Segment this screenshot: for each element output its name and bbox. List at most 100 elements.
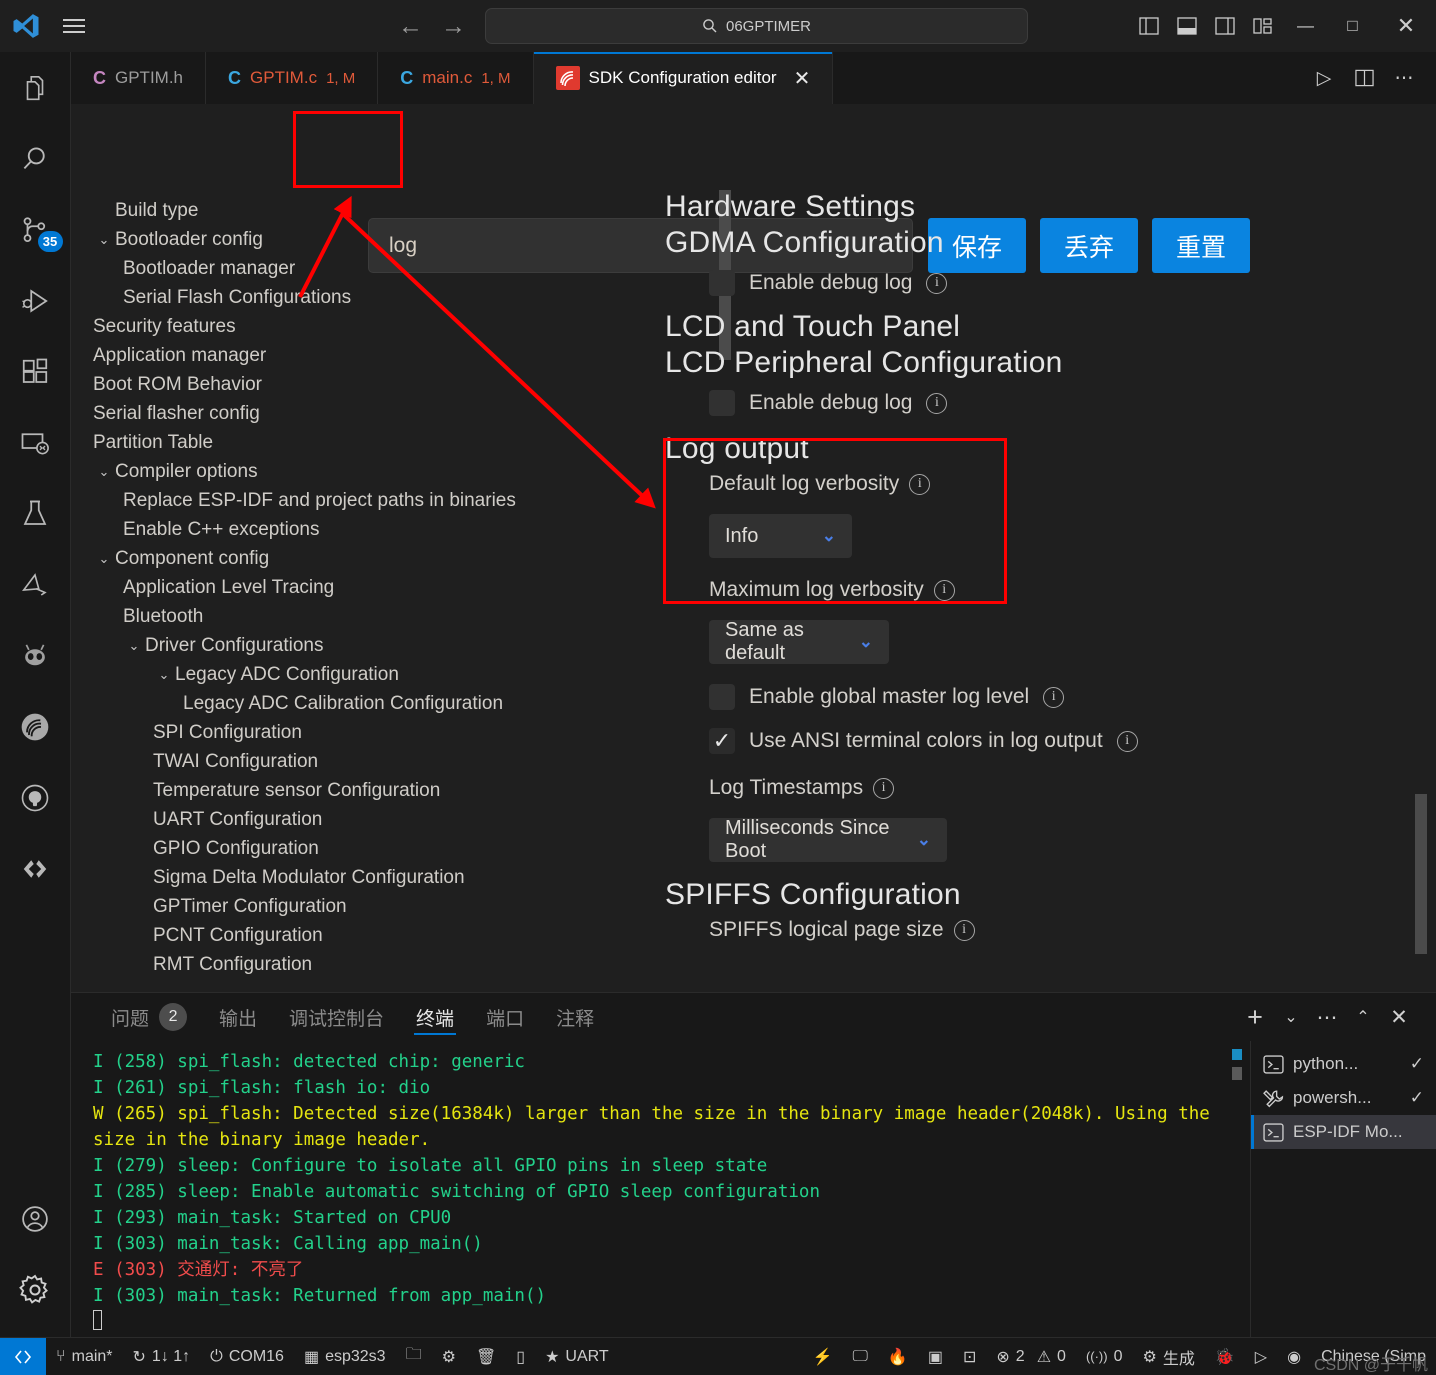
sidebar-item-search[interactable] [0,123,71,194]
tab-problems[interactable]: 问题 2 [95,993,203,1041]
terminal-list-item-powershell[interactable]: powersh... ✓ [1251,1081,1436,1115]
tab-gptim-h[interactable]: C GPTIM.h [71,52,207,104]
toggle-secondary-sidebar-icon[interactable] [1206,0,1244,52]
status-full-clean[interactable]: 🗑 [466,1338,506,1375]
info-icon[interactable]: i [933,579,955,601]
status-serial-port[interactable]: ⏻ COM16 [200,1338,294,1375]
maximize-panel-button[interactable]: ⌃ [1346,993,1380,1041]
close-panel-button[interactable]: ✕ [1382,993,1416,1041]
info-icon[interactable]: i [1116,730,1138,752]
status-sync[interactable]: ↻ 1↓ 1↑ [123,1338,201,1375]
tree-item-gpio-configuration[interactable]: GPIO Configuration [71,834,631,863]
tree-item-twai-configuration[interactable]: TWAI Configuration [71,747,631,776]
sidebar-item-testing[interactable] [0,478,71,549]
tab-terminal[interactable]: 终端 [400,993,470,1041]
settings-button[interactable] [0,1254,71,1325]
status-sdk-config[interactable]: ⚙ [432,1338,466,1375]
chevron-down-icon[interactable]: ⌄ [93,464,115,480]
sidebar-item-espressif[interactable] [0,620,71,691]
status-flash-method[interactable]: ★ UART [535,1338,619,1375]
run-button[interactable]: ▷ [1306,52,1342,104]
sidebar-item-extensions[interactable] [0,336,71,407]
sidebar-item-github[interactable] [0,762,71,833]
tree-item-partition-table[interactable]: Partition Table [71,428,631,457]
tree-item-bootloader-manager[interactable]: Bootloader manager [71,254,631,283]
status-flame[interactable]: 🔥 [878,1338,918,1375]
info-icon[interactable]: i [926,272,948,294]
tree-item-boot-rom-behavior[interactable]: Boot ROM Behavior [71,370,631,399]
maximum-log-verbosity-dropdown[interactable]: Same as default ⌄ [709,619,889,664]
more-actions-button[interactable]: ⋯ [1386,52,1422,104]
new-terminal-button[interactable]: + [1238,993,1272,1041]
tab-debug-console[interactable]: 调试控制台 [273,993,400,1041]
tab-output[interactable]: 输出 [203,993,273,1041]
chevron-down-icon[interactable]: ⌄ [153,667,175,683]
use-ansi-terminal-colors-row[interactable]: ✓ Use ANSI terminal colors in log output… [709,728,1436,754]
info-icon[interactable]: i [926,392,948,414]
tree-item-legacy-adc-configuration[interactable]: ⌄ Legacy ADC Configuration [71,660,631,689]
chevron-down-icon[interactable]: ⌄ [123,638,145,654]
tab-gptim-c[interactable]: C GPTIM.c 1, M [206,52,379,104]
status-target-chip[interactable]: ▦ esp32s3 [294,1338,396,1375]
info-icon[interactable]: i [909,473,931,495]
maximize-button[interactable]: □ [1329,0,1376,52]
terminal-output[interactable]: I (258) spi_flash: detected chip: generi… [71,1041,1250,1337]
tree-item-compiler-options[interactable]: ⌄ Compiler options [71,457,631,486]
default-log-verbosity-dropdown[interactable]: Info ⌄ [709,514,852,558]
status-debug[interactable]: 🐞 [1205,1338,1245,1375]
account-button[interactable] [0,1183,71,1254]
sidebar-item-code-brackets[interactable] [0,833,71,904]
sidebar-item-explorer[interactable] [0,52,71,123]
forward-arrow-icon[interactable]: → [441,13,466,39]
tab-comments[interactable]: 注释 [540,993,610,1041]
status-build[interactable]: ⚙ 生成 [1133,1338,1205,1375]
settings-pane-scrollbar-thumb[interactable] [1415,794,1427,954]
chevron-down-icon[interactable]: ⌄ [93,551,115,567]
gdma-enable-debug-log-row[interactable]: Enable debug log i [709,270,1436,296]
use-ansi-terminal-colors-checkbox[interactable]: ✓ [709,728,735,754]
status-eye[interactable]: ◉ [1277,1338,1311,1375]
status-terminal[interactable]: ▣ [918,1338,953,1375]
chevron-down-icon[interactable]: ⌄ [93,232,115,248]
sidebar-item-run-debug[interactable] [0,265,71,336]
sidebar-item-remote-explorer[interactable] [0,407,71,478]
tree-item-serial-flash-configurations[interactable]: Serial Flash Configurations [71,283,631,312]
tree-item-spi-configuration[interactable]: SPI Configuration [71,718,631,747]
enable-global-master-log-level-checkbox[interactable] [709,684,735,710]
tree-item-legacy-adc-calibration[interactable]: Legacy ADC Calibration Configuration [71,689,631,718]
tree-item-uart-configuration[interactable]: UART Configuration [71,805,631,834]
status-run[interactable]: ▷ [1245,1338,1277,1375]
panel-more-actions-button[interactable]: ⋯ [1310,993,1344,1041]
gdma-enable-debug-log-checkbox[interactable] [709,270,735,296]
tree-item-replace-paths[interactable]: Replace ESP-IDF and project paths in bin… [71,486,631,515]
tab-main-c[interactable]: C main.c 1, M [378,52,534,104]
tree-item-temperature-sensor-configuration[interactable]: Temperature sensor Configuration [71,776,631,805]
tree-item-serial-flasher-config[interactable]: Serial flasher config [71,399,631,428]
remote-window-button[interactable] [0,1337,46,1375]
status-open-project[interactable]: 🗀 [396,1338,432,1375]
menu-hamburger-icon[interactable] [52,19,96,33]
close-icon[interactable]: ✕ [794,66,811,91]
status-monitor[interactable]: 🖵 [842,1338,877,1375]
split-editor-button[interactable] [1346,52,1382,104]
tree-item-enable-cpp-exceptions[interactable]: Enable C++ exceptions [71,515,631,544]
toggle-primary-sidebar-icon[interactable] [1130,0,1168,52]
tree-item-build-type[interactable]: Build type [71,196,631,225]
terminal-list-item-python[interactable]: python... ✓ [1251,1047,1436,1081]
info-icon[interactable]: i [873,777,895,799]
sidebar-item-esp-idf[interactable] [0,691,71,762]
terminal-list-item-esp-idf-monitor[interactable]: ESP-IDF Mo... [1251,1115,1436,1149]
terminal-scrollbar-thumb[interactable] [1232,1067,1242,1080]
sidebar-item-platformio[interactable] [0,549,71,620]
tree-item-gptimer-configuration[interactable]: GPTimer Configuration [71,892,631,921]
tree-item-application-level-tracing[interactable]: Application Level Tracing [71,573,631,602]
status-errors[interactable]: ⊗ 2 ⚠ 0 [986,1338,1076,1375]
status-lightning[interactable]: ⚡ [803,1338,843,1375]
info-icon[interactable]: i [1043,686,1065,708]
tree-item-sigma-delta-modulator-configuration[interactable]: Sigma Delta Modulator Configuration [71,863,631,892]
status-branch[interactable]: ⑂ main* [46,1338,123,1375]
lcd-enable-debug-log-checkbox[interactable] [709,390,735,416]
close-button[interactable]: ✕ [1376,0,1436,52]
customize-layout-icon[interactable] [1244,0,1282,52]
quick-open-search[interactable]: 06GPTIMER [485,8,1028,44]
